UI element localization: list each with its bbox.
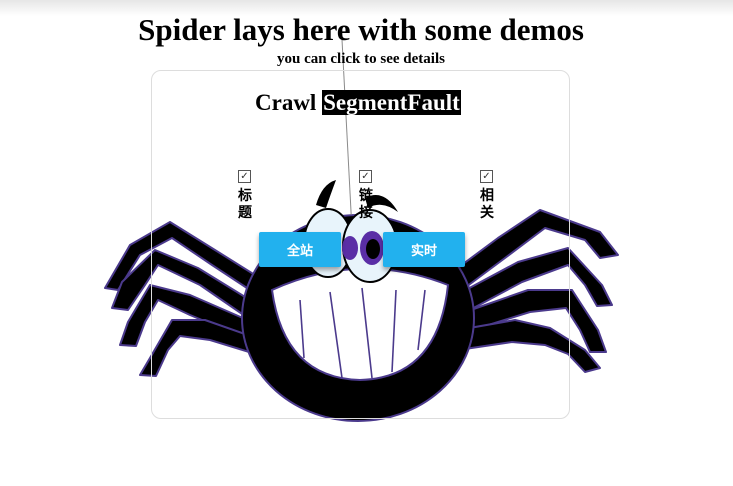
page: Spider lays here with some demos you can…	[0, 0, 733, 486]
option-title-label: 标题	[238, 188, 252, 221]
option-title[interactable]: ✓ 标题	[238, 170, 256, 222]
check-icon[interactable]: ✓	[238, 170, 251, 183]
crawl-card	[151, 70, 570, 419]
option-related[interactable]: ✓ 相关	[480, 170, 498, 222]
all-site-button[interactable]: 全站	[259, 232, 341, 267]
option-link[interactable]: ✓ 链接	[359, 170, 377, 222]
check-icon[interactable]: ✓	[480, 170, 493, 183]
option-link-label: 链接	[359, 188, 373, 221]
crawl-heading: Crawl SegmentFault	[255, 90, 461, 116]
page-subtitle: you can click to see details	[277, 51, 445, 67]
crawl-heading-prefix: Crawl	[255, 90, 317, 115]
realtime-button[interactable]: 实时	[383, 232, 465, 267]
option-related-label: 相关	[480, 188, 494, 221]
check-icon[interactable]: ✓	[359, 170, 372, 183]
page-title: Spider lays here with some demos	[138, 12, 584, 47]
crawl-heading-site: SegmentFault	[322, 90, 461, 115]
